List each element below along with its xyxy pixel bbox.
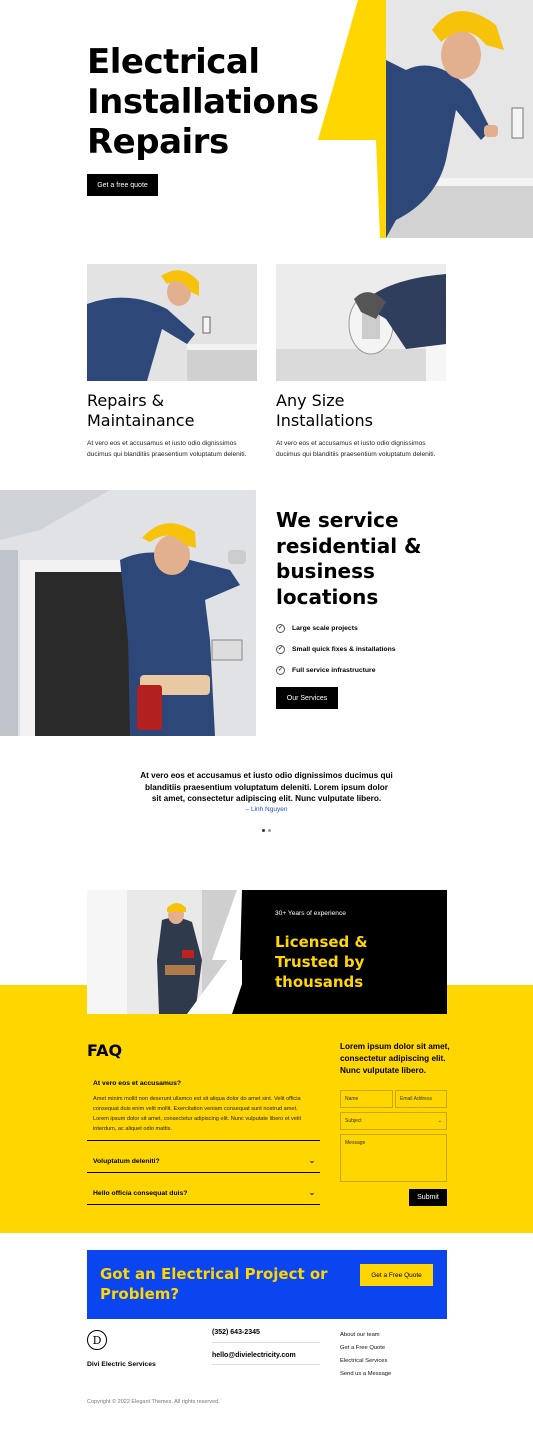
subject-select-value: Subject — [345, 1118, 362, 1124]
faq-title: FAQ — [87, 1041, 123, 1060]
testimonial-quote: At vero eos et accusamus et iusto odio d… — [140, 771, 393, 803]
card-text-installations: At vero eos et accusamus et iusto odio d… — [276, 440, 436, 458]
slider-dot[interactable] — [268, 829, 271, 832]
testimonial-author[interactable]: – Linh Nguyen — [140, 806, 393, 813]
service-item-label: Small quick fixes & installations — [292, 645, 396, 653]
service-item: ✓ Small quick fixes & installations — [276, 643, 456, 655]
licensed-electrician-photo — [87, 890, 242, 1014]
faq-question-open[interactable]: At vero eos et accusamus? — [93, 1080, 181, 1087]
licensed-bolt-graphic — [232, 890, 262, 1014]
footer-link-message[interactable]: Send us a Message — [340, 1371, 391, 1377]
service-item-label: Large scale projects — [292, 624, 358, 632]
faq-item[interactable]: Hello officia consequat duis? ⌄ — [93, 1187, 317, 1199]
faq-question: Hello officia consequat duis? — [93, 1189, 188, 1197]
faq-answer: Amet minim mollit non deserunt ullamco e… — [93, 1096, 302, 1132]
service-electrician-photo — [0, 490, 256, 736]
card-title-installations: Any Size Installations — [276, 391, 373, 430]
form-title: Lorem ipsum dolor sit amet, consectetur … — [340, 1042, 450, 1075]
experience-label: 30+ Years of experience — [275, 910, 346, 917]
service-item-label: Full service infrastructure — [292, 666, 376, 674]
chevron-down-icon: ⌄ — [308, 1188, 316, 1197]
hero-electrician-photo — [386, 0, 533, 238]
name-input[interactable]: Name — [340, 1090, 393, 1108]
message-textarea[interactable]: Message — [340, 1134, 447, 1182]
check-circle-icon: ✓ — [276, 665, 285, 675]
email-link[interactable]: hello@divielectricity.com — [212, 1352, 320, 1359]
footer-link-quote[interactable]: Get a Free Quote — [340, 1345, 385, 1351]
our-services-button[interactable]: Our Services — [276, 687, 338, 709]
card-title-repairs: Repairs & Maintainance — [87, 391, 195, 430]
card-text-repairs: At vero eos et accusamus et iusto odio d… — [87, 440, 247, 458]
check-circle-icon: ✓ — [276, 644, 285, 654]
chevron-down-icon: ⌄ — [308, 1156, 316, 1165]
faq-question: Voluptatum deleniti? — [93, 1157, 160, 1165]
submit-button[interactable]: Submit — [409, 1189, 447, 1206]
slider-dot-active[interactable] — [262, 829, 265, 832]
faq-divider — [87, 1172, 320, 1173]
licensed-title: Licensed & Trusted by thousands — [275, 933, 368, 991]
service-item: ✓ Large scale projects — [276, 622, 456, 634]
email-input[interactable]: Email Address — [395, 1090, 447, 1108]
footer-divider — [212, 1342, 320, 1343]
brand-name: Divi Electric Services — [87, 1361, 156, 1368]
phone-link[interactable]: (352) 643-2345 — [212, 1329, 320, 1336]
faq-item[interactable]: Voluptatum deleniti? ⌄ — [93, 1155, 317, 1167]
repairs-photo — [87, 264, 257, 381]
faq-divider — [87, 1140, 320, 1141]
cta-title: Got an Electrical Project or Problem? — [100, 1265, 328, 1303]
cta-quote-button[interactable]: Get a Free Quote — [360, 1264, 433, 1286]
check-circle-icon: ✓ — [276, 623, 285, 633]
copyright-text: Copyright © 2022 Elegant Themes. All rig… — [87, 1399, 220, 1405]
services-title: We service residential & business locati… — [276, 508, 422, 609]
divi-logo[interactable]: D — [87, 1330, 107, 1350]
chevron-down-icon: ⌄ — [437, 1118, 442, 1124]
installations-photo — [276, 264, 446, 381]
subject-select[interactable]: Subject ⌄ — [340, 1112, 447, 1130]
get-quote-button[interactable]: Get a free quote — [87, 174, 158, 196]
footer-divider — [212, 1364, 320, 1365]
service-item: ✓ Full service infrastructure — [276, 664, 456, 676]
footer-link-services[interactable]: Electrical Services — [340, 1358, 387, 1364]
footer-link-about[interactable]: About our team — [340, 1332, 380, 1338]
faq-divider — [87, 1204, 320, 1205]
slider-dots — [262, 829, 272, 833]
